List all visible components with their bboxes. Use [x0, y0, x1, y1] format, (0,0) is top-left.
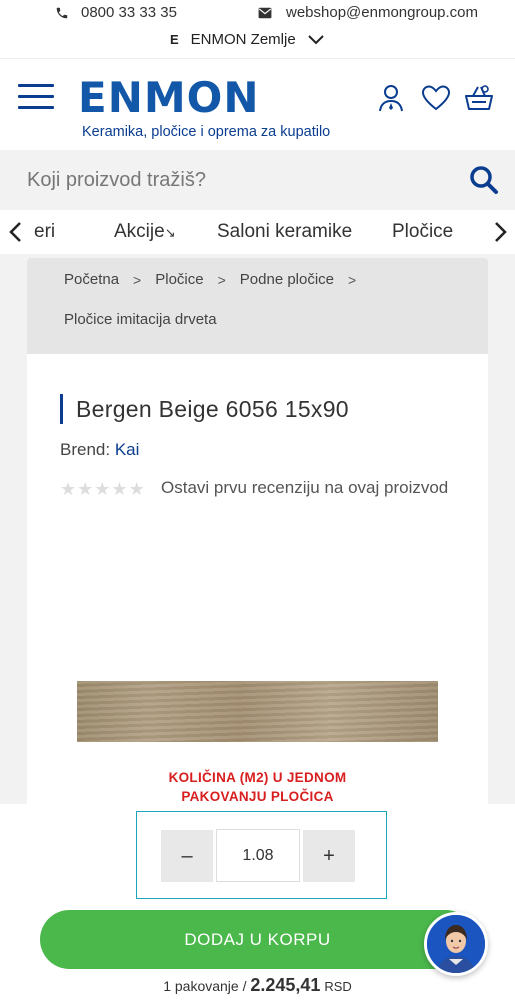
- breadcrumb-current: Pločice imitacija drveta: [64, 311, 217, 328]
- star-icon: ★: [60, 479, 77, 499]
- user-icon[interactable]: [376, 83, 406, 113]
- category-item-plocice[interactable]: Pločice: [392, 221, 453, 243]
- chevron-down-icon: [307, 34, 324, 44]
- product-title: Bergen Beige 6056 15x90: [76, 396, 349, 422]
- review-link[interactable]: Ostavi prvu recenziju na ovaj proizvod: [161, 478, 448, 498]
- chevron-right-icon[interactable]: [490, 220, 510, 244]
- chevron-right-icon: >: [133, 271, 142, 288]
- email-address: webshop@enmongroup.com: [286, 4, 479, 21]
- price-line: 1 pakovanje / 2.245,41 RSD: [0, 975, 515, 996]
- price-prefix: 1 pakovanje /: [163, 978, 251, 994]
- breadcrumb-item[interactable]: Podne pločice: [240, 271, 334, 288]
- email-contact[interactable]: webshop@enmongroup.com: [258, 4, 478, 21]
- site-header: ENMON Keramika, pločice i oprema za kupa…: [0, 58, 515, 150]
- chevron-right-icon: >: [348, 271, 357, 288]
- category-item[interactable]: eri: [34, 221, 55, 243]
- top-bar: 0800 33 33 35 webshop@enmongroup.com E E…: [0, 0, 515, 58]
- envelope-icon: [258, 7, 272, 18]
- decrease-button[interactable]: –: [161, 830, 213, 882]
- brand-link[interactable]: Kai: [115, 440, 140, 459]
- phone-contact[interactable]: 0800 33 33 35: [55, 4, 177, 21]
- search-input[interactable]: [14, 160, 454, 200]
- assistant-icon: [427, 915, 485, 973]
- breadcrumb-item[interactable]: Početna: [64, 271, 119, 288]
- star-icon: ★: [128, 479, 145, 499]
- breadcrumb: Početna > Pločice > Podne pločice > Ploč…: [27, 258, 488, 354]
- country-selector[interactable]: E ENMON Zemlje: [170, 31, 324, 48]
- basket-icon[interactable]: [464, 83, 494, 113]
- search-bar: [0, 150, 515, 210]
- product-card: Bergen Beige 6056 15x90 Brend: Kai ★ ★ ★…: [27, 354, 488, 804]
- pack-quantity-label: KOLIČINA (M2) U JEDNOM PAKOVANJU PLOČICA: [168, 770, 347, 804]
- quantity-stepper: – +: [136, 811, 387, 899]
- chevron-left-icon[interactable]: [6, 220, 26, 244]
- breadcrumb-item[interactable]: Pločice: [155, 271, 203, 288]
- price-currency: RSD: [324, 979, 352, 994]
- phone-icon: [56, 7, 68, 18]
- category-item-saloni[interactable]: Saloni keramike: [217, 221, 352, 243]
- rating-stars[interactable]: ★ ★ ★ ★ ★: [60, 480, 145, 498]
- arrow-down-right-icon: ↘: [164, 225, 176, 240]
- star-icon: ★: [94, 479, 111, 499]
- title-accent: [60, 394, 63, 424]
- add-to-cart-button[interactable]: DODAJ U KORPU: [40, 910, 475, 969]
- product-image[interactable]: [77, 681, 438, 742]
- search-icon[interactable]: [468, 164, 500, 196]
- country-label: ENMON Zemlje: [190, 31, 296, 48]
- tagline: Keramika, pločice i oprema za kupatilo: [82, 124, 331, 140]
- category-item-akcije[interactable]: Akcije↘: [114, 221, 176, 243]
- menu-icon[interactable]: [18, 84, 54, 110]
- price-value: 2.245,41: [250, 975, 321, 995]
- star-icon: ★: [77, 479, 94, 499]
- chat-assistant-avatar[interactable]: [424, 912, 488, 976]
- chevron-right-icon: >: [217, 271, 226, 288]
- star-icon: ★: [111, 479, 128, 499]
- increase-button[interactable]: +: [303, 830, 355, 882]
- quantity-input[interactable]: [216, 829, 300, 882]
- logo[interactable]: ENMON: [78, 77, 260, 119]
- heart-icon[interactable]: [421, 83, 451, 113]
- brand-line: Brend: Kai: [60, 440, 139, 460]
- phone-number: 0800 33 33 35: [81, 4, 177, 21]
- country-code: E: [170, 32, 179, 47]
- category-nav: eri Akcije↘ Saloni keramike Pločice: [0, 210, 515, 254]
- brand-label: Brend:: [60, 440, 111, 459]
